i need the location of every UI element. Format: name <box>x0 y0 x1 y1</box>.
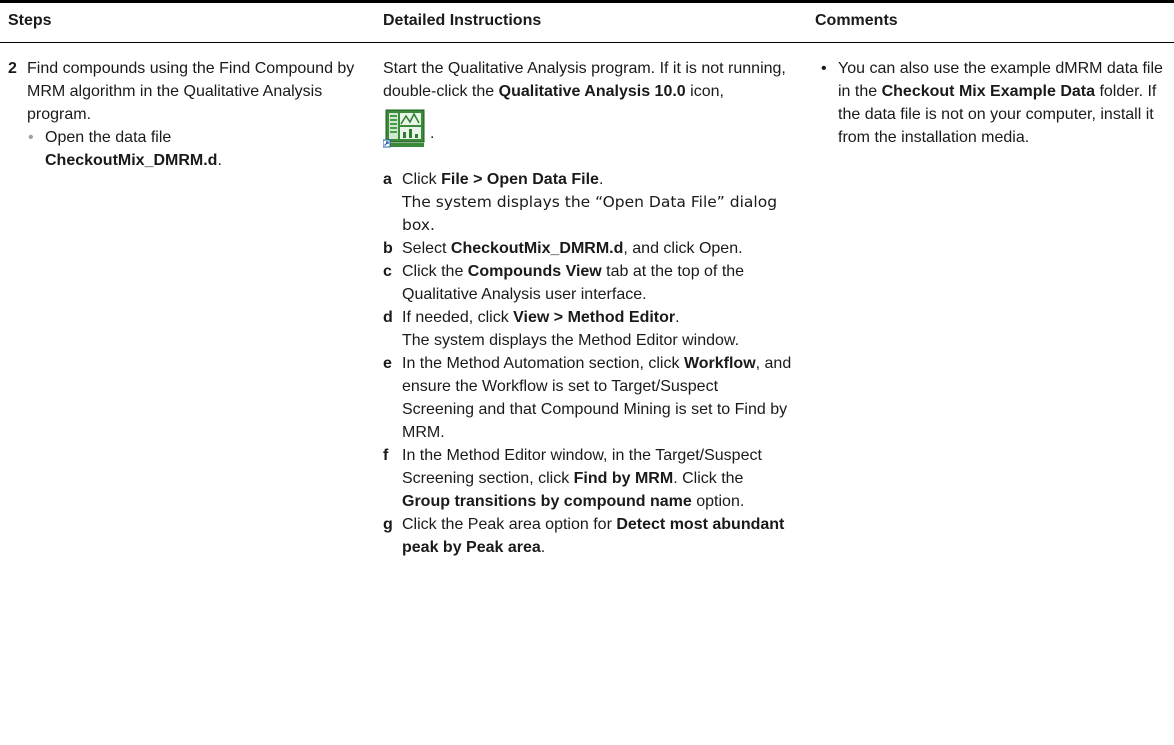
item-bold: Group transitions by compound name <box>402 493 692 510</box>
header-steps: Steps <box>8 12 52 29</box>
header-rule <box>0 42 1174 43</box>
qualitative-analysis-app-icon: . <box>383 108 443 148</box>
step-text: Find compounds using the Find Compound b… <box>27 60 355 123</box>
item-text: . Click the <box>673 470 744 487</box>
item-letter: b <box>383 240 393 257</box>
item-bold: Compounds View <box>467 263 602 280</box>
comments-column: • You can also use the example dMRM data… <box>815 57 1170 149</box>
list-item: f In the Method Editor window, in the Ta… <box>383 444 793 513</box>
list-item: g Click the Peak area option for Detect … <box>383 513 793 559</box>
item-bold: Find by MRM <box>573 470 674 487</box>
comment-item: • You can also use the example dMRM data… <box>815 57 1170 149</box>
list-item: b Select CheckoutMix_DMRM.d, and click O… <box>383 237 793 260</box>
step-row: 2 Find compounds using the Find Compound… <box>8 57 363 126</box>
table-top-rule <box>0 0 1174 3</box>
item-text: Click <box>402 171 442 188</box>
bullet-dot-icon: • <box>28 129 34 146</box>
item-bold: Workflow <box>683 355 756 372</box>
step-bullet: • Open the data file CheckoutMix_DMRM.d. <box>8 126 363 172</box>
instructions-column: Start the Qualitative Analysis program. … <box>383 57 793 559</box>
header-detailed-instructions: Detailed Instructions <box>383 12 542 29</box>
step-bullet-file: CheckoutMix_DMRM.d <box>45 152 218 169</box>
item-text: option. <box>691 493 745 510</box>
item-text: . <box>598 171 604 188</box>
instructions-intro: Start the Qualitative Analysis program. … <box>383 57 793 103</box>
item-letter: e <box>383 355 392 372</box>
item-text: Click the <box>402 263 468 280</box>
item-text: , and click Open. <box>623 240 743 257</box>
item-text: . <box>675 309 680 326</box>
header-comments: Comments <box>815 12 898 29</box>
list-item: e In the Method Automation section, clic… <box>383 352 793 444</box>
item-text: Select <box>402 240 451 257</box>
item-bold: File > Open Data File <box>441 171 599 188</box>
comment-bullet-icon: • <box>821 60 827 77</box>
steps-column: 2 Find compounds using the Find Compound… <box>8 57 363 172</box>
comment-folder-name: Checkout Mix Example Data <box>881 83 1095 100</box>
intro-text-2: icon, <box>685 83 724 100</box>
item-text: If needed, click <box>402 309 514 326</box>
item-bold: CheckoutMix_DMRM.d <box>450 240 624 257</box>
item-letter: c <box>383 263 392 280</box>
item-letter: a <box>383 171 392 188</box>
item-letter: f <box>383 447 389 464</box>
list-item: d If needed, click View > Method Editor.… <box>383 306 793 352</box>
item-text: Click the Peak area option for <box>402 516 617 533</box>
item-text-line2: The system displays the Method Editor wi… <box>402 332 740 349</box>
step-bullet-end: . <box>217 152 222 169</box>
item-letter: g <box>383 516 393 533</box>
step-number: 2 <box>8 60 17 77</box>
item-text-line2: The system displays the “Open Data File”… <box>402 193 778 234</box>
instruction-list: a Click File > Open Data File. The syste… <box>383 168 793 559</box>
icon-end-period: . <box>430 125 435 142</box>
list-item: a Click File > Open Data File. The syste… <box>383 168 793 237</box>
item-bold: View > Method Editor <box>513 309 676 326</box>
item-letter: d <box>383 309 393 326</box>
step-bullet-text: Open the data file <box>45 129 172 146</box>
intro-app-name: Qualitative Analysis 10.0 <box>498 83 686 100</box>
item-text: . <box>540 539 546 556</box>
item-text: In the Method Automation section, click <box>402 355 684 372</box>
list-item: c Click the Compounds View tab at the to… <box>383 260 793 306</box>
